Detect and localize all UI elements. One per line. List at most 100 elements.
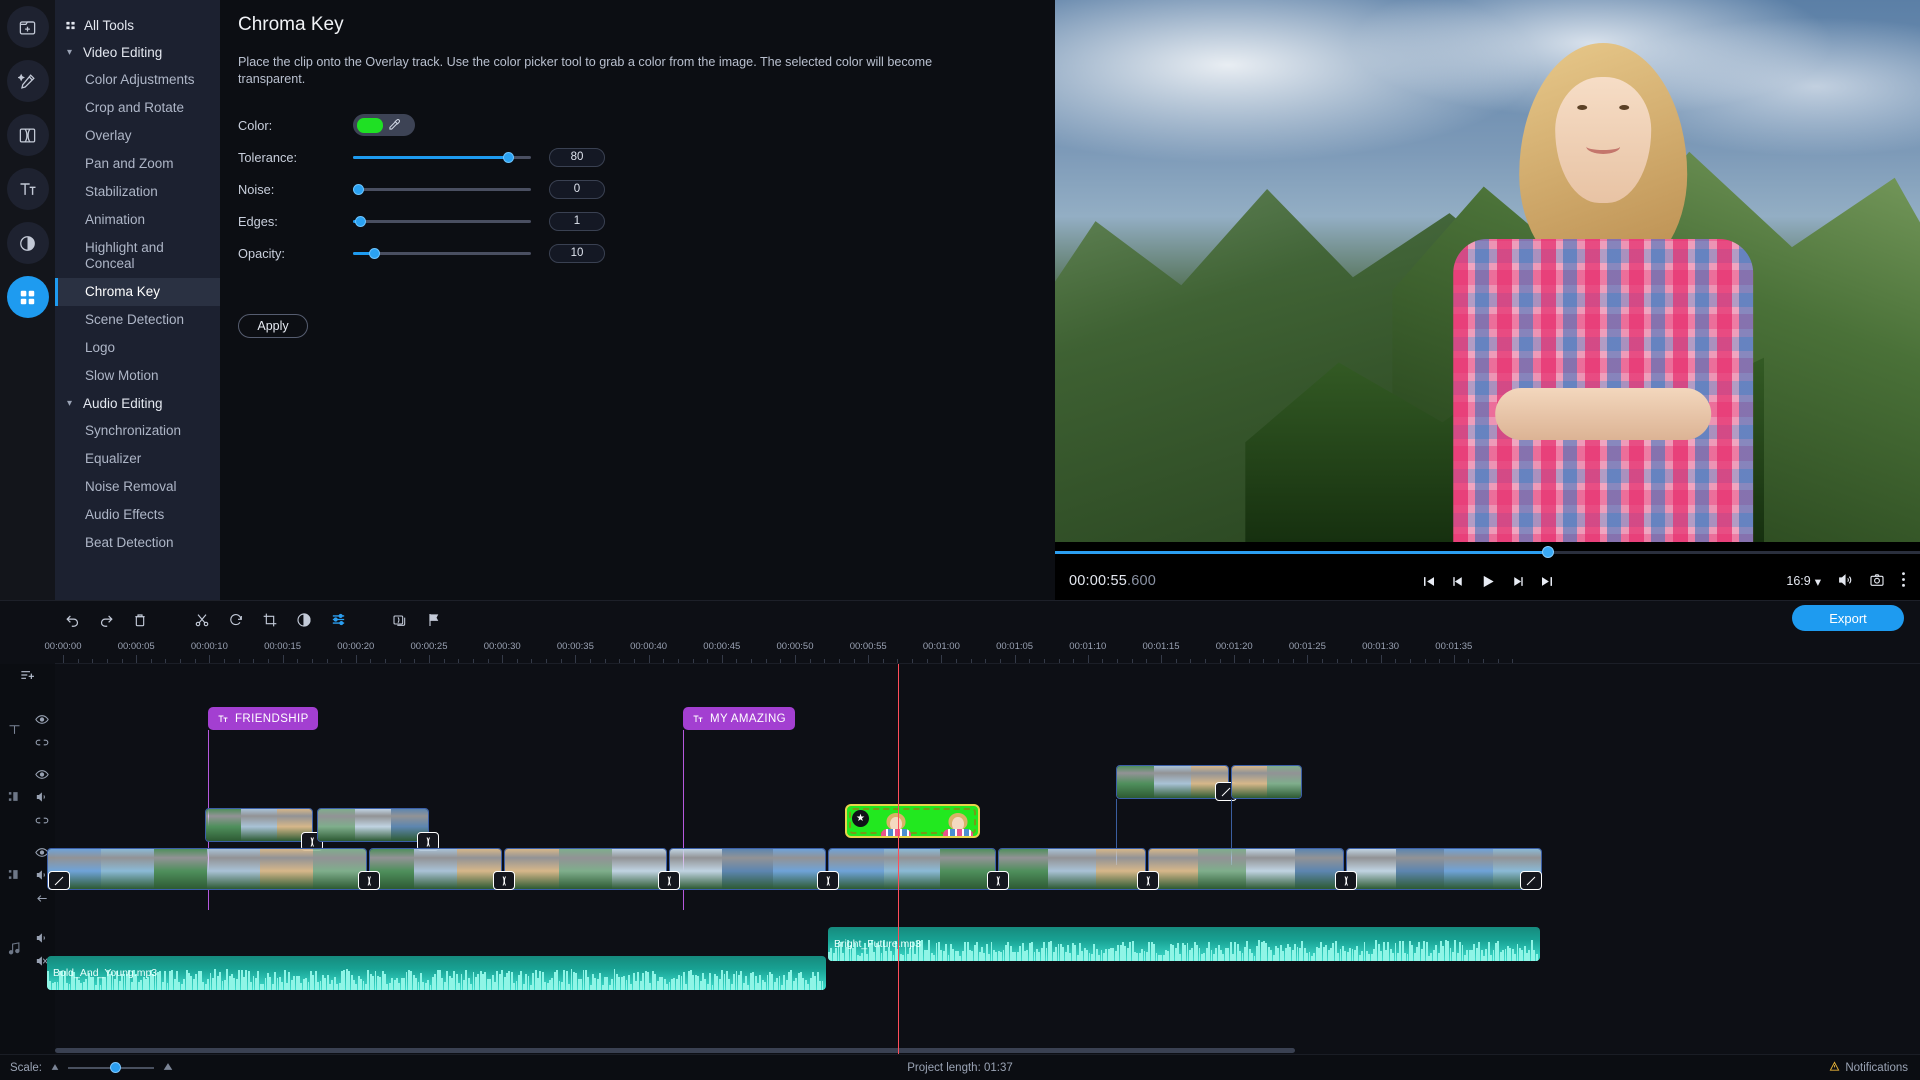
- preview-image[interactable]: [1055, 0, 1920, 542]
- zoom-in-icon[interactable]: [162, 1062, 174, 1074]
- audio-clip[interactable]: Bold_And_Young.mp3: [47, 956, 826, 990]
- slider-knob[interactable]: [502, 151, 514, 163]
- marker-button[interactable]: [417, 605, 451, 635]
- scale-slider-knob[interactable]: [110, 1062, 122, 1073]
- video-clip[interactable]: [1346, 848, 1542, 890]
- tolerance-value[interactable]: 80: [549, 147, 605, 167]
- add-track-button[interactable]: [19, 667, 37, 688]
- delete-button[interactable]: [123, 605, 157, 635]
- zoom-out-icon[interactable]: [50, 1062, 60, 1074]
- tool-item-scene-detection[interactable]: Scene Detection: [55, 306, 220, 334]
- visibility-toggle[interactable]: [34, 712, 49, 730]
- tool-item-beat-detection[interactable]: Beat Detection: [55, 529, 220, 557]
- tool-item-audio-effects[interactable]: Audio Effects: [55, 501, 220, 529]
- tool-item-pan-and-zoom[interactable]: Pan and Zoom: [55, 150, 220, 178]
- video-clip[interactable]: [504, 848, 667, 890]
- tool-item-synchronization[interactable]: Synchronization: [55, 417, 220, 445]
- all-tools-header[interactable]: All Tools: [55, 12, 220, 39]
- tool-item-animation[interactable]: Animation: [55, 206, 220, 234]
- preview-scrubber[interactable]: [1055, 542, 1920, 562]
- cut-button[interactable]: [185, 605, 219, 635]
- eyedropper-icon[interactable]: [387, 118, 401, 132]
- edges-slider[interactable]: [353, 211, 531, 231]
- overlay-photo-clip[interactable]: [205, 808, 313, 842]
- green-screen-clip[interactable]: ★: [845, 804, 980, 838]
- slider-knob[interactable]: [369, 247, 381, 259]
- tool-item-equalizer[interactable]: Equalizer: [55, 445, 220, 473]
- tolerance-slider[interactable]: [353, 147, 531, 167]
- tool-item-noise-removal[interactable]: Noise Removal: [55, 473, 220, 501]
- opacity-slider[interactable]: [353, 243, 531, 263]
- transition-marker[interactable]: [1137, 871, 1159, 890]
- scrubber-knob[interactable]: [1542, 546, 1555, 558]
- more-tools-button[interactable]: [6, 276, 49, 318]
- volume-button[interactable]: [1837, 572, 1853, 591]
- scrollbar-thumb[interactable]: [55, 1048, 1295, 1053]
- link-toggle[interactable]: [35, 813, 49, 831]
- transition-marker[interactable]: [987, 871, 1009, 890]
- audio-lane[interactable]: Bold_And_Young.mp3 Bright_Future.mp3: [47, 914, 1920, 994]
- undo-button[interactable]: [55, 605, 89, 635]
- playhead[interactable]: [898, 664, 899, 1054]
- slider-knob[interactable]: [355, 215, 367, 227]
- transition-marker[interactable]: [493, 871, 515, 890]
- transition-marker[interactable]: [1335, 871, 1357, 890]
- overlay-lane[interactable]: ★: [55, 760, 1920, 865]
- color-swatch[interactable]: [357, 117, 383, 133]
- transition-marker[interactable]: [1520, 871, 1542, 890]
- tool-item-slow-motion[interactable]: Slow Motion: [55, 362, 220, 390]
- split-scene-button[interactable]: [383, 605, 417, 635]
- noise-value[interactable]: 0: [549, 179, 605, 199]
- scale-slider[interactable]: [67, 1062, 154, 1074]
- noise-slider[interactable]: [353, 179, 531, 199]
- skip-to-start-button[interactable]: [1421, 574, 1436, 589]
- detach-audio-toggle[interactable]: [35, 891, 49, 909]
- redo-button[interactable]: [89, 605, 123, 635]
- adjust-button[interactable]: [321, 605, 355, 635]
- rotate-button[interactable]: [219, 605, 253, 635]
- tool-item-logo[interactable]: Logo: [55, 334, 220, 362]
- step-back-button[interactable]: [1450, 574, 1465, 589]
- title-lane[interactable]: FRIENDSHIP MY AMAZING: [55, 706, 1920, 910]
- titles-button[interactable]: [6, 168, 49, 210]
- overlay-clip[interactable]: [1231, 765, 1302, 799]
- tool-item-chroma-key[interactable]: Chroma Key: [55, 278, 220, 306]
- title-clip[interactable]: MY AMAZING: [683, 707, 795, 730]
- crop-button[interactable]: [253, 605, 287, 635]
- slider-knob[interactable]: [353, 183, 365, 195]
- transitions-button[interactable]: [6, 114, 49, 156]
- overlay-clip[interactable]: [1116, 765, 1229, 799]
- import-media-button[interactable]: [6, 6, 49, 48]
- transition-marker[interactable]: [658, 871, 680, 890]
- mute-toggle[interactable]: [35, 790, 49, 808]
- tool-item-crop-and-rotate[interactable]: Crop and Rotate: [55, 94, 220, 122]
- mute-toggle[interactable]: [35, 931, 49, 949]
- transition-marker[interactable]: [817, 871, 839, 890]
- tool-item-highlight-and-conceal[interactable]: Highlight and Conceal: [55, 234, 220, 278]
- export-button[interactable]: Export: [1792, 605, 1904, 631]
- video-clip[interactable]: [369, 848, 502, 890]
- aspect-ratio-selector[interactable]: 16:9 ▾: [1786, 574, 1821, 589]
- transition-marker[interactable]: [358, 871, 380, 890]
- video-lane[interactable]: [47, 840, 1920, 910]
- step-forward-button[interactable]: [1510, 574, 1525, 589]
- apply-button[interactable]: Apply: [238, 314, 308, 338]
- more-options-button[interactable]: [1901, 571, 1906, 591]
- group-header-audio-editing[interactable]: ▾ Audio Editing: [55, 390, 220, 417]
- link-toggle[interactable]: [35, 735, 49, 753]
- effects-button[interactable]: [6, 60, 49, 102]
- play-button[interactable]: [1479, 573, 1496, 590]
- video-clip[interactable]: [828, 848, 996, 890]
- color-button[interactable]: [287, 605, 321, 635]
- video-clip[interactable]: [669, 848, 826, 890]
- transition-marker[interactable]: [48, 871, 70, 890]
- overlay-photo-clip[interactable]: [317, 808, 429, 842]
- snapshot-button[interactable]: [1869, 572, 1885, 591]
- tool-item-stabilization[interactable]: Stabilization: [55, 178, 220, 206]
- title-clip[interactable]: FRIENDSHIP: [208, 707, 318, 730]
- timeline-ruler[interactable]: 00:00:00 00:00:05 00:00:10 00:00:15 00:00:20…: [45, 638, 1920, 664]
- opacity-value[interactable]: 10: [549, 243, 605, 263]
- edges-value[interactable]: 1: [549, 211, 605, 231]
- tool-item-overlay[interactable]: Overlay: [55, 122, 220, 150]
- color-picker-control[interactable]: [353, 114, 415, 136]
